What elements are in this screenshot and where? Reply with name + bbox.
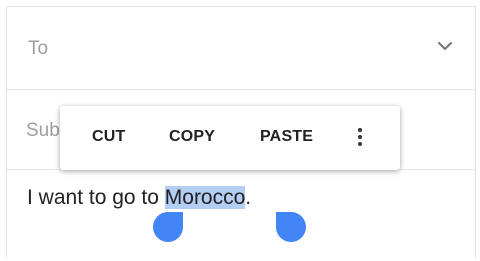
to-field[interactable]: To bbox=[7, 7, 475, 90]
subject-label: Sub bbox=[26, 120, 60, 141]
body-text[interactable]: I want to go to Morocco. bbox=[27, 186, 251, 210]
cut-button[interactable]: CUT bbox=[92, 128, 125, 146]
body-text-before: I want to go to bbox=[27, 186, 165, 209]
more-vert-icon[interactable] bbox=[356, 128, 364, 150]
to-label: To bbox=[28, 38, 49, 59]
body-text-after: . bbox=[245, 186, 252, 209]
text-selection-menu: CUT COPY PASTE bbox=[60, 106, 400, 170]
chevron-down-icon[interactable] bbox=[435, 39, 455, 53]
selected-text[interactable]: Morocco bbox=[164, 186, 246, 209]
selection-start-handle[interactable] bbox=[153, 212, 183, 242]
copy-button[interactable]: COPY bbox=[169, 128, 215, 146]
paste-button[interactable]: PASTE bbox=[260, 128, 313, 146]
selection-end-handle[interactable] bbox=[276, 212, 306, 242]
